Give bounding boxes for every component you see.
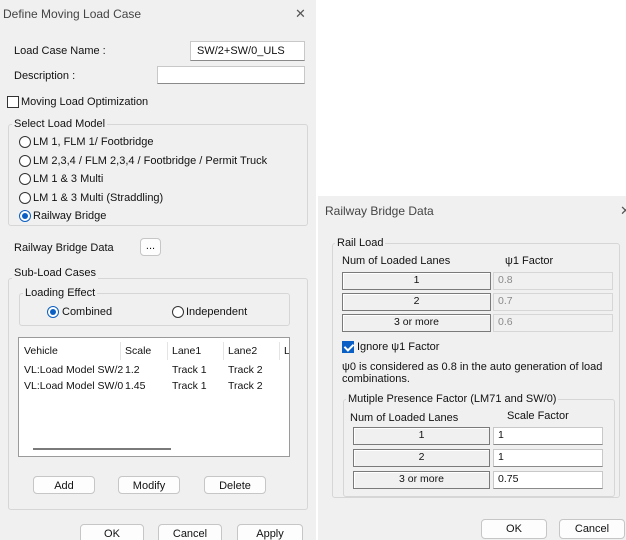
column-header-lane2[interactable]: Lane2 — [228, 345, 257, 357]
psi1-factor-header: ψ1 Factor — [505, 255, 554, 267]
cancel-button[interactable]: Cancel — [559, 519, 625, 539]
cell-vehicle: VL:Load Model SW/0 — [24, 380, 124, 392]
ignore-psi1-label: Ignore ψ1 Factor — [357, 341, 440, 353]
radio-lm1-3-multi[interactable] — [19, 173, 31, 185]
radio-lm234-permit-truck[interactable] — [19, 155, 31, 167]
radio-label: Railway Bridge — [33, 210, 107, 222]
load-case-name-label: Load Case Name : — [14, 45, 106, 57]
mpf-scale-factor-input[interactable]: 0.75 — [493, 471, 603, 489]
cell-lane1: Track 1 — [172, 364, 207, 376]
rail-lanes-cell: 1 — [342, 272, 491, 290]
cell-lane2: Track 2 — [228, 364, 263, 376]
header-separator — [120, 342, 121, 360]
cell-lane1: Track 1 — [172, 380, 207, 392]
select-load-model-title: Select Load Model — [12, 118, 108, 130]
dialog-title: Define Moving Load Case — [3, 7, 142, 21]
table-row[interactable]: VL:Load Model SW/0 1.45 Track 1 Track 2 — [19, 379, 289, 395]
ignore-psi1-checkbox[interactable] — [342, 341, 354, 353]
header-separator — [223, 342, 224, 360]
close-icon[interactable]: ✕ — [295, 6, 306, 22]
dialog-title: Railway Bridge Data — [325, 204, 434, 218]
description-input[interactable] — [157, 66, 305, 84]
horizontal-scrollbar[interactable] — [33, 448, 171, 450]
mpf-scale-factor-input[interactable]: 1 — [493, 449, 603, 467]
cell-scale: 1.2 — [125, 364, 140, 376]
radio-railway-bridge[interactable] — [19, 210, 31, 222]
moving-load-optimization-checkbox[interactable] — [7, 96, 19, 108]
cancel-button[interactable]: Cancel — [158, 524, 222, 540]
radio-label: LM 1 & 3 Multi — [33, 173, 104, 185]
apply-button[interactable]: Apply — [237, 524, 303, 540]
radio-independent[interactable] — [172, 306, 184, 318]
scale-factor-header: Scale Factor — [507, 410, 569, 422]
combined-label: Combined — [62, 306, 113, 318]
mpf-scale-factor-input[interactable]: 1 — [493, 427, 603, 445]
psi0-note: ψ0 is considered as 0.8 in the auto gene… — [342, 361, 603, 385]
railway-bridge-data-button[interactable]: ... — [140, 238, 161, 256]
rail-lanes-cell: 3 or more — [342, 314, 491, 332]
column-header-vehicle[interactable]: Vehicle — [24, 345, 58, 357]
ok-button[interactable]: OK — [481, 519, 547, 539]
table-row[interactable]: VL:Load Model SW/2 1.2 Track 1 Track 2 — [19, 363, 289, 379]
radio-lm1-3-multi-straddling[interactable] — [19, 192, 31, 204]
radio-lm1-flm1-footbridge[interactable] — [19, 136, 31, 148]
cell-scale: 1.45 — [125, 380, 146, 392]
rail-factor-cell: 0.8 — [493, 272, 613, 290]
mpf-lanes-cell: 2 — [353, 449, 490, 467]
railway-bridge-data-label: Railway Bridge Data — [14, 242, 114, 254]
loading-effect-title: Loading Effect — [23, 287, 98, 299]
radio-label: LM 1, FLM 1/ Footbridge — [33, 136, 154, 148]
sub-load-cases-list[interactable]: Vehicle Scale Lane1 Lane2 L VL:Load Mode… — [18, 337, 290, 457]
header-separator — [279, 342, 280, 360]
radio-label: LM 1 & 3 Multi (Straddling) — [33, 192, 164, 204]
column-header-lane1[interactable]: Lane1 — [172, 345, 201, 357]
modify-button[interactable]: Modify — [118, 476, 180, 494]
column-header-more[interactable]: L — [284, 345, 289, 357]
radio-combined[interactable] — [47, 306, 59, 318]
define-moving-load-case-dialog: Define Moving Load Case ✕ Load Case Name… — [0, 0, 316, 540]
rail-lanes-cell: 2 — [342, 293, 491, 311]
multiple-presence-factor-title: Mutiple Presence Factor (LM71 and SW/0) — [346, 393, 559, 405]
rail-factor-cell: 0.6 — [493, 314, 613, 332]
mpf-num-loaded-lanes-header: Num of Loaded Lanes — [350, 412, 459, 424]
header-separator — [167, 342, 168, 360]
rail-factor-cell: 0.7 — [493, 293, 613, 311]
delete-button[interactable]: Delete — [204, 476, 266, 494]
moving-load-optimization-label: Moving Load Optimization — [21, 96, 149, 108]
close-icon[interactable]: ✕ — [620, 203, 626, 219]
ok-button[interactable]: OK — [80, 524, 144, 540]
railway-bridge-data-dialog: Railway Bridge Data ✕ Rail Load Num of L… — [318, 196, 626, 540]
column-header-scale[interactable]: Scale — [125, 345, 151, 357]
description-label: Description : — [14, 70, 76, 82]
independent-label: Independent — [186, 306, 248, 318]
load-case-name-input[interactable]: SW/2+SW/0_ULS — [190, 41, 305, 61]
sub-load-cases-title: Sub-Load Cases — [12, 267, 98, 279]
add-button[interactable]: Add — [33, 476, 95, 494]
num-loaded-lanes-header: Num of Loaded Lanes — [342, 255, 451, 267]
mpf-lanes-cell: 3 or more — [353, 471, 490, 489]
rail-load-title: Rail Load — [335, 237, 386, 249]
cell-lane2: Track 2 — [228, 380, 263, 392]
radio-label: LM 2,3,4 / FLM 2,3,4 / Footbridge / Perm… — [33, 155, 268, 167]
mpf-lanes-cell: 1 — [353, 427, 490, 445]
cell-vehicle: VL:Load Model SW/2 — [24, 364, 124, 376]
